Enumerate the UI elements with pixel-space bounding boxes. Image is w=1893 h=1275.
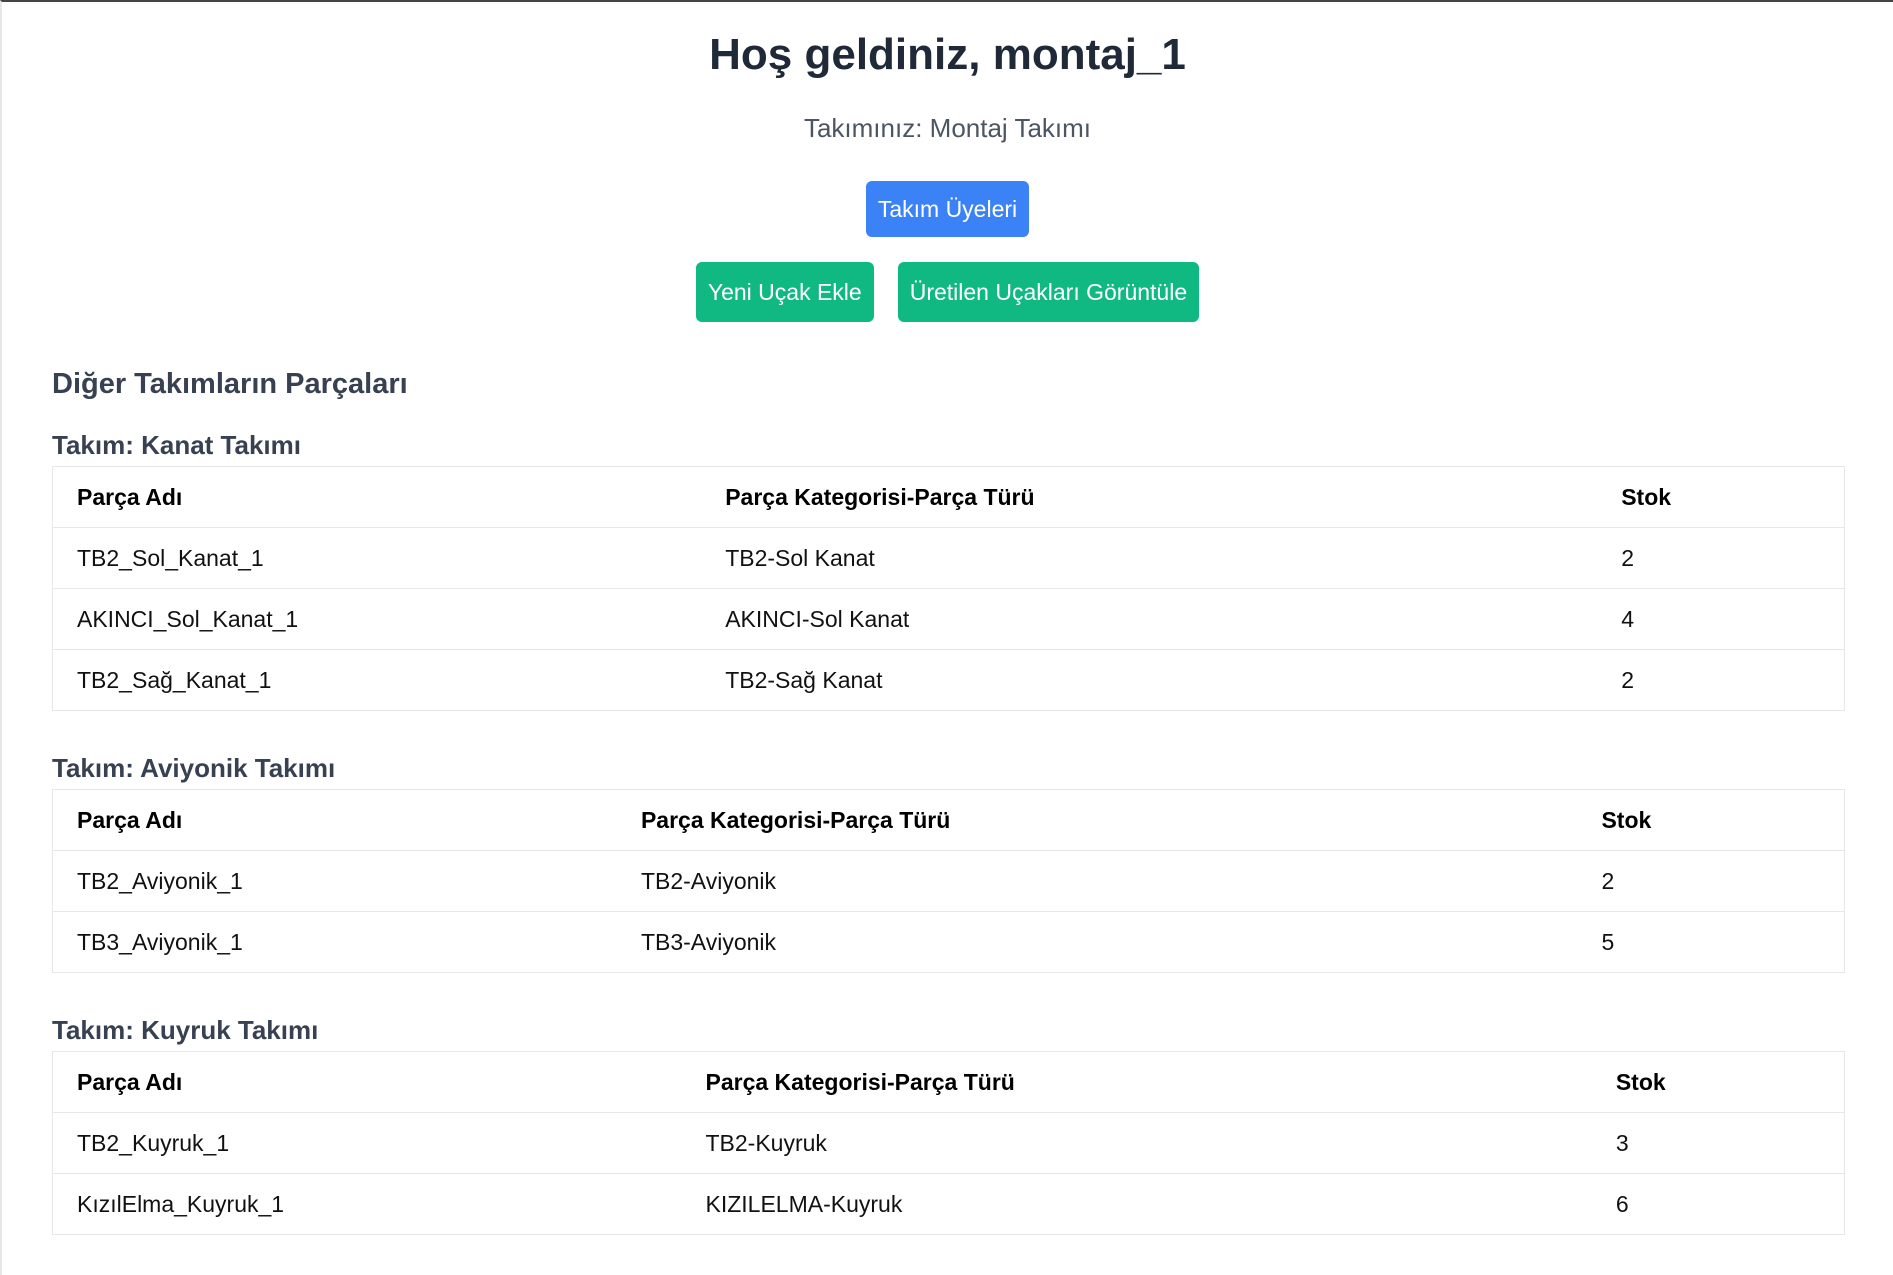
team-members-button[interactable]: Takım Üyeleri <box>865 181 1030 237</box>
part-name-cell: TB2_Sol_Kanat_1 <box>52 527 702 589</box>
part-name-cell: TB2_Kuyruk_1 <box>52 1112 682 1174</box>
part-stock-cell: 6 <box>1591 1173 1845 1235</box>
part-name-cell: KızılElma_Kuyruk_1 <box>52 1173 682 1235</box>
part-stock-cell: 2 <box>1597 649 1845 711</box>
header: Hoş geldiniz, montaj_1 Takımınız: Montaj… <box>2 2 1893 322</box>
column-header-category: Parça Kategorisi-Parça Türü <box>701 466 1598 528</box>
part-name-cell: TB2_Aviyonik_1 <box>52 850 617 912</box>
action-buttons: Yeni Uçak Ekle Üretilen Uçakları Görüntül… <box>2 262 1893 322</box>
part-category-cell: TB2-Kuyruk <box>681 1112 1592 1174</box>
part-category-cell: TB3-Aviyonik <box>616 911 1578 973</box>
part-name-cell: TB2_Sağ_Kanat_1 <box>52 649 702 711</box>
team-block-kuyruk: Takım: Kuyruk Takımı Parça Adı Parça Kat… <box>52 1014 1845 1235</box>
table-header-row: Parça Adı Parça Kategorisi-Parça Türü St… <box>52 789 1845 851</box>
part-category-cell: TB2-Sağ Kanat <box>701 649 1598 711</box>
view-aircraft-button[interactable]: Üretilen Uçakları Görüntüle <box>897 262 1200 322</box>
part-stock-cell: 2 <box>1597 527 1845 589</box>
column-header-part-name: Parça Adı <box>52 466 702 528</box>
table-row: TB2_Sağ_Kanat_1 TB2-Sağ Kanat 2 <box>52 649 1845 711</box>
parts-table: Parça Adı Parça Kategorisi-Parça Türü St… <box>52 789 1845 973</box>
team-info: Takımınız: Montaj Takımı <box>803 113 1092 143</box>
team-title: Takım: Kuyruk Takımı <box>52 1015 319 1045</box>
team-block-kanat: Takım: Kanat Takımı Parça Adı Parça Kate… <box>52 429 1845 711</box>
parts-table: Parça Adı Parça Kategorisi-Parça Türü St… <box>52 466 1845 711</box>
parts-table: Parça Adı Parça Kategorisi-Parça Türü St… <box>52 1051 1845 1235</box>
table-header-row: Parça Adı Parça Kategorisi-Parça Türü St… <box>52 1051 1845 1113</box>
column-header-stock: Stok <box>1591 1051 1845 1113</box>
part-name-cell: AKINCI_Sol_Kanat_1 <box>52 588 702 650</box>
table-header-row: Parça Adı Parça Kategorisi-Parça Türü St… <box>52 466 1845 528</box>
part-name-cell: TB3_Aviyonik_1 <box>52 911 617 973</box>
column-header-stock: Stok <box>1597 466 1845 528</box>
add-aircraft-button[interactable]: Yeni Uçak Ekle <box>695 262 874 322</box>
column-header-part-name: Parça Adı <box>52 1051 682 1113</box>
section-title: Diğer Takımların Parçaları <box>52 368 408 400</box>
part-category-cell: KIZILELMA-Kuyruk <box>681 1173 1592 1235</box>
part-stock-cell: 5 <box>1577 911 1845 973</box>
part-category-cell: AKINCI-Sol Kanat <box>701 588 1598 650</box>
column-header-part-name: Parça Adı <box>52 789 617 851</box>
part-category-cell: TB2-Aviyonik <box>616 850 1578 912</box>
parts-section: Diğer Takımların Parçaları Takım: Kanat … <box>2 366 1893 1235</box>
page-title: Hoş geldiniz, montaj_1 <box>709 30 1186 79</box>
team-title: Takım: Kanat Takımı <box>52 430 301 460</box>
part-stock-cell: 2 <box>1577 850 1845 912</box>
column-header-stock: Stok <box>1577 789 1845 851</box>
column-header-category: Parça Kategorisi-Parça Türü <box>616 789 1578 851</box>
table-row: KızılElma_Kuyruk_1 KIZILELMA-Kuyruk 6 <box>52 1173 1845 1235</box>
team-title: Takım: Aviyonik Takımı <box>52 753 336 783</box>
table-row: AKINCI_Sol_Kanat_1 AKINCI-Sol Kanat 4 <box>52 588 1845 650</box>
table-row: TB2_Kuyruk_1 TB2-Kuyruk 3 <box>52 1112 1845 1174</box>
column-header-category: Parça Kategorisi-Parça Türü <box>681 1051 1592 1113</box>
part-stock-cell: 3 <box>1591 1112 1845 1174</box>
page: Hoş geldiniz, montaj_1 Takımınız: Montaj… <box>0 0 1893 1275</box>
table-row: TB2_Sol_Kanat_1 TB2-Sol Kanat 2 <box>52 527 1845 589</box>
table-row: TB2_Aviyonik_1 TB2-Aviyonik 2 <box>52 850 1845 912</box>
part-category-cell: TB2-Sol Kanat <box>701 527 1598 589</box>
table-row: TB3_Aviyonik_1 TB3-Aviyonik 5 <box>52 911 1845 973</box>
part-stock-cell: 4 <box>1597 588 1845 650</box>
team-block-aviyonik: Takım: Aviyonik Takımı Parça Adı Parça K… <box>52 752 1845 973</box>
